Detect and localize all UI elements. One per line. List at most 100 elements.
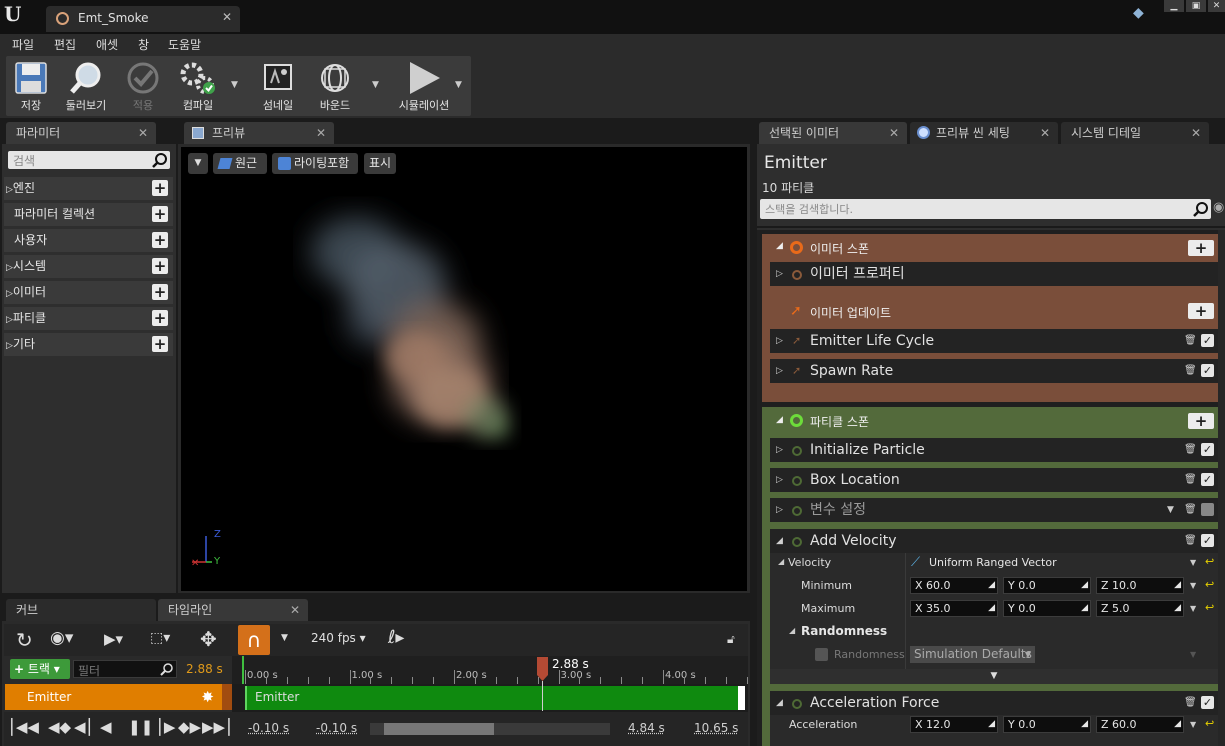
close-tab-icon[interactable]: ✕ — [316, 122, 326, 144]
dropdown-arrow-icon[interactable]: ▼ — [1190, 720, 1196, 729]
enabled-checkbox[interactable]: ✓ — [1201, 696, 1214, 709]
trash-icon[interactable]: 🗑︎ — [1184, 535, 1197, 546]
minimize-button[interactable]: ▁ — [1164, 0, 1184, 12]
emitter-properties-row[interactable]: ▷ 이미터 프로퍼티 — [770, 262, 1218, 286]
trash-icon[interactable]: 🗑︎ — [1184, 504, 1197, 515]
thumbnail-button[interactable]: 섬네일 — [253, 58, 303, 114]
tab-curve[interactable]: 커브 — [6, 599, 156, 621]
collapse-arrow-icon[interactable]: ◢ — [776, 241, 783, 251]
expand-arrow-icon[interactable]: ▷ — [776, 329, 783, 353]
to-end-icon[interactable]: ▶▶⎮ — [202, 718, 233, 736]
bounds-button[interactable]: 바운드 — [310, 58, 360, 114]
show-button[interactable]: 표시 — [364, 153, 396, 174]
category-other[interactable]: ▷기타 + — [4, 333, 173, 356]
category-particle[interactable]: ▷파티클 + — [4, 307, 173, 330]
menu-help[interactable]: 도움말 — [168, 36, 201, 53]
close-tab-icon[interactable]: ✕ — [290, 599, 300, 621]
collapse-arrow-icon[interactable]: ◢ — [776, 415, 783, 425]
apply-button[interactable]: 적용 — [118, 58, 168, 114]
initialize-particle-row[interactable]: ▷ Initialize Particle 🗑︎ ✓ — [770, 438, 1218, 462]
lock-icon[interactable]: 🔓︎ — [727, 632, 735, 647]
close-tab-icon[interactable]: ✕ — [222, 10, 232, 24]
bounds-dropdown-arrow[interactable]: ▼ — [372, 80, 379, 90]
snap-button[interactable]: ∩ — [238, 625, 270, 655]
trash-icon[interactable]: 🗑︎ — [1184, 365, 1197, 376]
category-emitter[interactable]: ▷이미터 + — [4, 281, 173, 304]
close-window-button[interactable]: ✕ — [1208, 0, 1225, 12]
prev-frame-icon[interactable]: ◀⎮ — [74, 718, 93, 736]
expand-more-button[interactable]: ▼ — [770, 669, 1218, 684]
trash-icon[interactable]: 🗑︎ — [1184, 697, 1197, 708]
trash-icon[interactable]: 🗑︎ — [1184, 444, 1197, 455]
enabled-checkbox[interactable]: ✓ — [1201, 364, 1214, 377]
stack-scrollbar[interactable] — [1218, 230, 1225, 746]
close-tab-icon[interactable]: ✕ — [1040, 122, 1050, 144]
bar-end-handle[interactable] — [738, 686, 745, 710]
browse-button[interactable]: 둘러보기 — [58, 58, 114, 114]
max-y-field[interactable]: Y 0.0 ◢ — [1003, 600, 1091, 617]
close-tab-icon[interactable]: ✕ — [1191, 122, 1201, 144]
particle-spawn-header[interactable]: 파티클 스폰 — [810, 413, 869, 430]
add-module-button[interactable]: + — [1188, 240, 1214, 256]
acc-x-field[interactable]: X 12.0 ◢ — [910, 716, 998, 733]
menu-edit[interactable]: 편집 — [54, 36, 76, 53]
simulation-dropdown-arrow[interactable]: ▼ — [455, 80, 462, 90]
next-key-icon[interactable]: ◆▶ — [178, 718, 201, 736]
tab-preview[interactable]: 프리뷰 ✕ — [184, 122, 334, 144]
collapse-arrow-icon[interactable]: ◢ — [789, 626, 795, 635]
track-filter-input[interactable]: 필터 — [73, 660, 177, 678]
parameter-search-input[interactable]: 검색 — [8, 151, 170, 169]
add-track-button[interactable]: + 트랙 ▾ — [10, 659, 70, 679]
next-frame-icon[interactable]: ⎮▶ — [156, 718, 175, 736]
reset-arrow-icon[interactable]: ↩ — [1205, 555, 1214, 568]
expand-arrow-icon[interactable]: ▷ — [776, 498, 783, 522]
simulation-button[interactable]: 시뮬레이션 — [393, 58, 455, 114]
range-start-time[interactable]: -0.10 s — [316, 721, 357, 735]
lighting-button[interactable]: 라이팅포함 — [272, 153, 358, 174]
min-x-field[interactable]: X 60.0 ◢ — [910, 577, 998, 594]
enabled-checkbox[interactable]: ✓ — [1201, 473, 1214, 486]
fps-dropdown[interactable]: 240 fps ▾ — [311, 631, 366, 645]
stack-search-input[interactable]: 스택을 검색합니다. — [760, 199, 1211, 219]
asset-tab[interactable]: Emt_Smoke ✕ — [46, 6, 240, 32]
emitter-track[interactable]: Emitter ✸ — [5, 684, 222, 710]
transform-icon[interactable]: ✥ — [200, 627, 217, 651]
acc-z-field[interactable]: Z 60.0 ◢ — [1096, 716, 1184, 733]
category-parameter-collection[interactable]: 파라미터 컬렉션 + — [4, 203, 173, 226]
range-end-time[interactable]: 4.84 s — [628, 721, 665, 735]
add-icon[interactable]: + — [152, 180, 168, 196]
collapse-arrow-icon[interactable]: ◢ — [778, 557, 784, 566]
add-icon[interactable]: + — [152, 206, 168, 222]
reset-arrow-icon[interactable]: ↩ — [1205, 601, 1214, 614]
collapse-arrow-icon[interactable]: ◢ — [776, 691, 783, 715]
save-button[interactable]: 저장 — [8, 58, 54, 114]
trash-icon[interactable]: 🗑︎ — [1184, 474, 1197, 485]
play-mode-icon[interactable]: ▶▾ — [104, 630, 123, 648]
add-icon[interactable]: + — [152, 232, 168, 248]
timeline-scrollbar[interactable] — [370, 723, 610, 735]
dropdown-arrow-icon[interactable]: ▼ — [1167, 498, 1174, 522]
prev-key-icon[interactable]: ◀◆ — [48, 718, 71, 736]
category-system[interactable]: ▷시스템 + — [4, 255, 173, 278]
add-icon[interactable]: + — [152, 284, 168, 300]
selection-icon[interactable]: ⬚▾ — [150, 630, 170, 646]
add-icon[interactable]: + — [152, 336, 168, 352]
enabled-checkbox[interactable]: ✓ — [1201, 443, 1214, 456]
category-engine[interactable]: ▷엔진 + — [4, 177, 173, 200]
to-start-icon[interactable]: ⎮◀◀ — [8, 718, 39, 736]
eye-icon[interactable]: ◉▾ — [50, 628, 73, 648]
dropdown-arrow-icon[interactable]: ▼ — [1190, 604, 1196, 613]
add-velocity-row[interactable]: ◢ Add Velocity 🗑︎ ✓ — [770, 529, 1218, 553]
trash-icon[interactable]: 🗑︎ — [1184, 335, 1197, 346]
add-module-button[interactable]: + — [1188, 413, 1214, 429]
reset-arrow-icon[interactable]: ↩ — [1205, 717, 1214, 730]
source-control-icon[interactable]: ◆ — [1133, 5, 1144, 21]
add-icon[interactable]: + — [152, 310, 168, 326]
view-start-time[interactable]: -0.10 s — [248, 721, 289, 735]
tab-parameters[interactable]: 파라미터 ✕ — [6, 122, 156, 144]
box-location-row[interactable]: ▷ Box Location 🗑︎ ✓ — [770, 468, 1218, 492]
tab-timeline[interactable]: 타임라인 ✕ — [158, 599, 308, 621]
acc-y-field[interactable]: Y 0.0 ◢ — [1003, 716, 1091, 733]
emitter-spawn-header[interactable]: 이미터 스폰 — [810, 240, 869, 257]
expand-arrow-icon[interactable]: ▷ — [776, 438, 783, 462]
